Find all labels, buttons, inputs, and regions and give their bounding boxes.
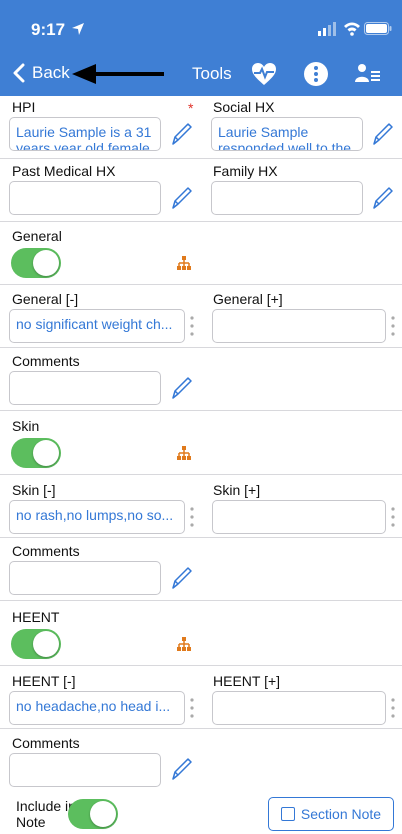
comments-field[interactable] (9, 753, 161, 787)
include-in-note-toggle[interactable] (68, 799, 118, 829)
social-hx-field[interactable]: Laurie Sample responded well to the (211, 117, 363, 151)
user-list-icon[interactable] (354, 60, 382, 88)
section-title: Skin (12, 418, 40, 434)
negative-findings-field[interactable]: no rash,no lumps,no so... (9, 500, 185, 534)
section-header-heent: HEENT (0, 601, 402, 666)
past-medical-hx-field[interactable] (9, 181, 161, 215)
section-title: General (12, 228, 62, 244)
arrow-annotation-icon (72, 64, 164, 84)
negative-findings-label: HEENT [-] (12, 673, 76, 689)
chevron-left-icon (13, 63, 25, 83)
positive-findings-field[interactable] (212, 500, 386, 534)
hpi-social-row: HPI * Laurie Sample is a 31 years year o… (0, 96, 402, 159)
more-vertical-icon[interactable] (302, 60, 330, 88)
include-in-note-label: Include in Note (16, 798, 76, 830)
negative-findings-label: General [-] (12, 291, 79, 307)
negative-findings-label: Skin [-] (12, 482, 56, 498)
pencil-icon[interactable] (371, 121, 395, 147)
general-findings-row: General [-] no significant weight ch... … (0, 285, 402, 348)
heent-findings-row: HEENT [-] no headache,no head i... HEENT… (0, 666, 402, 729)
back-button[interactable]: Back (12, 58, 70, 88)
section-header-skin: Skin (0, 411, 402, 475)
section-toggle[interactable] (11, 438, 61, 468)
section-note-label: Section Note (300, 806, 382, 822)
section-header-general: General (0, 222, 402, 285)
positive-findings-label: Skin [+] (213, 482, 261, 498)
pencil-icon[interactable] (170, 756, 194, 782)
skin-findings-row: Skin [-] no rash,no lumps,no so... Skin … (0, 475, 402, 538)
status-bar: 9:17 (0, 0, 402, 50)
signal-icon (318, 22, 336, 36)
drag-dots-icon[interactable] (189, 695, 195, 721)
required-marker: * (188, 100, 194, 116)
heart-pulse-icon[interactable] (250, 60, 278, 88)
general-comments-row: Comments (0, 348, 402, 411)
hierarchy-icon[interactable] (176, 445, 192, 461)
checkbox-icon (280, 807, 295, 821)
back-label: Back (32, 63, 70, 82)
drag-dots-icon[interactable] (390, 504, 396, 530)
positive-findings-field[interactable] (212, 309, 386, 343)
battery-icon (364, 22, 392, 35)
section-toggle[interactable] (11, 629, 61, 659)
location-arrow-icon (72, 23, 84, 35)
tools-button[interactable]: Tools (192, 64, 232, 84)
negative-findings-field[interactable]: no significant weight ch... (9, 309, 185, 343)
hierarchy-icon[interactable] (176, 636, 192, 652)
section-toggle[interactable] (11, 248, 61, 278)
comments-label: Comments (12, 735, 80, 751)
hpi-label: HPI (12, 99, 36, 115)
drag-dots-icon[interactable] (390, 695, 396, 721)
family-hx-label: Family HX (213, 163, 278, 179)
comments-label: Comments (12, 353, 80, 369)
family-hx-field[interactable] (211, 181, 363, 215)
pencil-icon[interactable] (170, 375, 194, 401)
top-bar: 9:17 Back Tools (0, 0, 402, 96)
negative-findings-field[interactable]: no headache,no head i... (9, 691, 185, 725)
status-time: 9:17 (31, 20, 66, 39)
nav-bar: Back Tools (0, 52, 402, 96)
skin-comments-row: Comments (0, 538, 402, 601)
positive-findings-label: HEENT [+] (213, 673, 281, 689)
past-medical-hx-label: Past Medical HX (12, 163, 116, 179)
section-note-button[interactable]: Section Note (268, 797, 394, 831)
positive-findings-field[interactable] (212, 691, 386, 725)
section-title: HEENT (12, 609, 60, 625)
drag-dots-icon[interactable] (189, 313, 195, 339)
wifi-icon (344, 22, 360, 36)
comments-label: Comments (12, 543, 80, 559)
pencil-icon[interactable] (170, 185, 194, 211)
social-hx-label: Social HX (213, 99, 275, 115)
pmh-family-row: Past Medical HX Family HX (0, 159, 402, 222)
footer-bar: Include in Note Section Note (0, 794, 402, 834)
heent-comments-row: Comments (0, 729, 402, 794)
hpi-field[interactable]: Laurie Sample is a 31 years year old fem… (9, 117, 161, 151)
hierarchy-icon[interactable] (176, 255, 192, 271)
positive-findings-label: General [+] (213, 291, 283, 307)
pencil-icon[interactable] (371, 185, 395, 211)
comments-field[interactable] (9, 561, 161, 595)
drag-dots-icon[interactable] (189, 504, 195, 530)
comments-field[interactable] (9, 371, 161, 405)
pencil-icon[interactable] (170, 565, 194, 591)
drag-dots-icon[interactable] (390, 313, 396, 339)
pencil-icon[interactable] (170, 121, 194, 147)
